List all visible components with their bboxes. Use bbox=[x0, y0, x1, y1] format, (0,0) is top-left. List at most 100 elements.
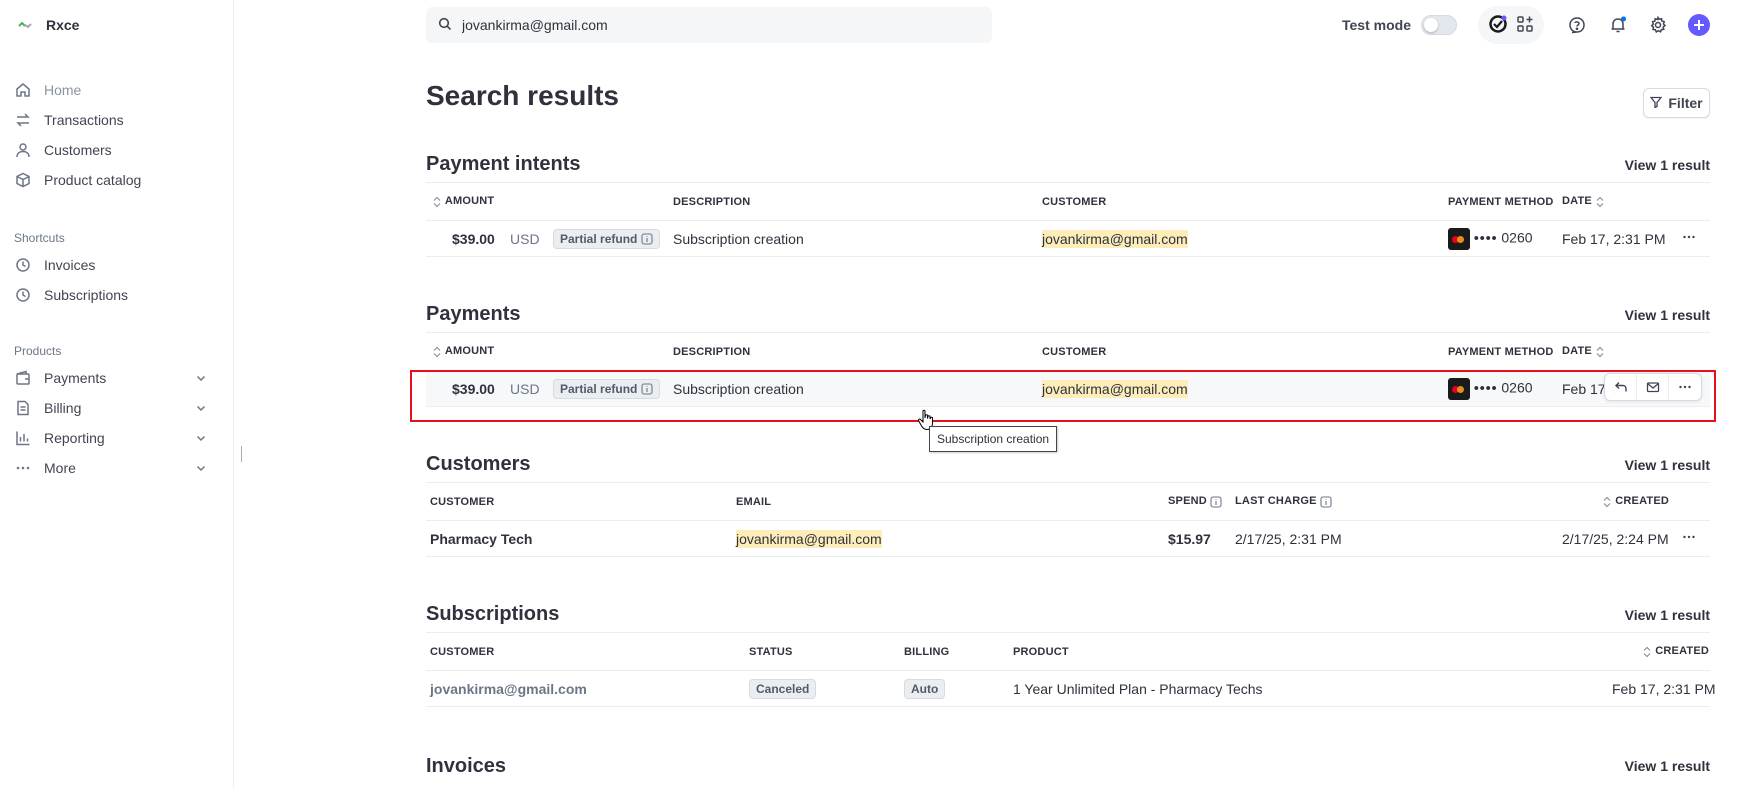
sidebar-resize-handle[interactable] bbox=[241, 446, 242, 462]
section-header: Invoices View 1 result bbox=[426, 748, 1710, 784]
section-title: Payment intents bbox=[426, 153, 581, 175]
status-badge-label: Partial refund bbox=[560, 231, 638, 246]
sidebar-item-billing[interactable]: Billing bbox=[14, 395, 220, 421]
created: Feb 17, 2:31 PM bbox=[1612, 680, 1716, 697]
table-header: CUSTOMER STATUS BILLING PRODUCT CREATED bbox=[426, 633, 1710, 671]
sidebar-item-more[interactable]: More bbox=[14, 455, 220, 481]
test-mode-control[interactable]: Test mode bbox=[1342, 15, 1457, 35]
sidebar-item-label: Transactions bbox=[44, 112, 124, 128]
table-row[interactable]: jovankirma@gmail.com Canceled Auto 1 Yea… bbox=[426, 671, 1716, 707]
chevron-down-icon[interactable] bbox=[194, 371, 208, 385]
gear-icon[interactable] bbox=[1647, 14, 1669, 36]
sidebar: Rxce Home Transactions Customers Product… bbox=[0, 0, 234, 788]
column-header-created[interactable]: CREATED bbox=[1642, 645, 1709, 657]
customers-section: Customers View 1 result CUSTOMER EMAIL S… bbox=[426, 447, 1710, 557]
notification-bell-icon[interactable] bbox=[1607, 14, 1629, 36]
status-badge: Partial refund bbox=[553, 378, 661, 399]
products-label: Products bbox=[14, 344, 62, 358]
sidebar-item-payments[interactable]: Payments bbox=[14, 365, 220, 391]
sidebar-item-label: Reporting bbox=[44, 430, 105, 446]
app-logo-icon[interactable] bbox=[1488, 14, 1508, 37]
column-header-description: DESCRIPTION bbox=[673, 195, 751, 208]
sidebar-item-transactions[interactable]: Transactions bbox=[14, 107, 220, 133]
column-header-created[interactable]: CREATED bbox=[1602, 495, 1669, 507]
currency: USD bbox=[510, 230, 540, 247]
sidebar-item-label: Subscriptions bbox=[44, 287, 129, 303]
view-results-link[interactable]: View 1 result bbox=[1625, 607, 1710, 623]
payment-method: •••• 0260 bbox=[1448, 227, 1533, 250]
info-icon[interactable] bbox=[641, 232, 653, 245]
create-plus-button[interactable] bbox=[1688, 14, 1710, 36]
page-title: Search results bbox=[426, 80, 619, 111]
chevron-down-icon[interactable] bbox=[194, 401, 208, 415]
info-icon[interactable] bbox=[641, 382, 653, 395]
brand[interactable]: Rxce bbox=[14, 14, 79, 36]
sidebar-item-product-catalog[interactable]: Product catalog bbox=[14, 167, 220, 193]
payment-intents-section: Payment intents View 1 result AMOUNT DES… bbox=[426, 147, 1710, 257]
brand-name: Rxce bbox=[46, 17, 80, 33]
description: Subscription creation bbox=[673, 230, 804, 247]
column-header-email: EMAIL bbox=[736, 495, 772, 508]
sidebar-item-reporting[interactable]: Reporting bbox=[14, 425, 220, 451]
column-header-amount[interactable]: AMOUNT bbox=[432, 195, 494, 207]
search-input[interactable] bbox=[462, 17, 982, 33]
bar-chart-icon bbox=[14, 429, 32, 447]
customer-email: jovankirma@gmail.com bbox=[736, 529, 882, 548]
sort-icon bbox=[1602, 496, 1612, 508]
chevron-down-icon[interactable] bbox=[194, 431, 208, 445]
column-header-amount[interactable]: AMOUNT bbox=[432, 345, 494, 357]
section-title: Payments bbox=[426, 303, 521, 325]
apps-grid-icon[interactable] bbox=[1516, 15, 1534, 36]
sidebar-item-label: Billing bbox=[44, 400, 82, 416]
subscriptions-section: Subscriptions View 1 result CUSTOMER STA… bbox=[426, 597, 1716, 707]
help-icon[interactable] bbox=[1566, 14, 1588, 36]
date: Feb 17, 2:31 PM bbox=[1562, 230, 1666, 247]
created: 2/17/25, 2:24 PM bbox=[1562, 530, 1669, 547]
description: Subscription creation bbox=[673, 380, 804, 397]
sidebar-item-customers[interactable]: Customers bbox=[14, 137, 220, 163]
more-actions-icon[interactable] bbox=[1669, 374, 1701, 400]
column-header-date[interactable]: DATE bbox=[1562, 345, 1605, 357]
info-icon[interactable] bbox=[1320, 495, 1332, 508]
email-receipt-icon[interactable] bbox=[1637, 374, 1669, 400]
sort-icon bbox=[1642, 646, 1652, 658]
more-actions-icon[interactable] bbox=[1682, 530, 1696, 547]
customer-email: jovankirma@gmail.com bbox=[1042, 229, 1188, 248]
test-mode-toggle[interactable] bbox=[1420, 15, 1457, 35]
search-bar[interactable] bbox=[426, 7, 992, 43]
apps-pill[interactable] bbox=[1478, 6, 1544, 44]
view-results-link[interactable]: View 1 result bbox=[1625, 758, 1710, 774]
view-results-link[interactable]: View 1 result bbox=[1625, 457, 1710, 473]
card-mask: •••• bbox=[1473, 229, 1498, 246]
sort-icon bbox=[432, 346, 442, 358]
sidebar-item-invoices[interactable]: Invoices bbox=[14, 252, 220, 278]
card-last4: 0260 bbox=[1501, 379, 1533, 396]
sidebar-item-subscriptions[interactable]: Subscriptions bbox=[14, 282, 220, 308]
table-header: AMOUNT DESCRIPTION CUSTOMER PAYMENT METH… bbox=[426, 183, 1710, 221]
refund-icon[interactable] bbox=[1605, 374, 1637, 400]
sidebar-item-home[interactable]: Home bbox=[14, 77, 220, 103]
row-actions bbox=[1604, 373, 1702, 401]
date: Feb 17, bbox=[1562, 380, 1610, 397]
filter-button[interactable]: Filter bbox=[1643, 88, 1710, 118]
column-header-description: DESCRIPTION bbox=[673, 345, 751, 358]
more-actions-icon[interactable] bbox=[1682, 230, 1696, 247]
table-row[interactable]: Pharmacy Tech jovankirma@gmail.com $15.9… bbox=[426, 521, 1710, 557]
view-results-link[interactable]: View 1 result bbox=[1625, 307, 1710, 323]
sidebar-item-label: Payments bbox=[44, 370, 107, 386]
filter-icon bbox=[1650, 95, 1663, 111]
chevron-down-icon[interactable] bbox=[194, 461, 208, 475]
last-charge: 2/17/25, 2:31 PM bbox=[1235, 530, 1342, 547]
column-header-date[interactable]: DATE bbox=[1562, 195, 1605, 207]
table-row[interactable]: $39.00 USD Partial refund Subscription c… bbox=[426, 221, 1710, 257]
section-header: Subscriptions View 1 result bbox=[426, 597, 1710, 633]
column-header-payment-method: PAYMENT METHOD bbox=[1448, 195, 1554, 208]
view-results-link[interactable]: View 1 result bbox=[1625, 157, 1710, 173]
table-header: CUSTOMER EMAIL SPEND LAST CHARGE CREATED bbox=[426, 483, 1710, 521]
table-row[interactable]: $39.00 USD Partial refund Subscription c… bbox=[426, 371, 1710, 407]
info-icon[interactable] bbox=[1210, 495, 1222, 508]
clock-icon bbox=[14, 256, 32, 274]
shortcuts-label: Shortcuts bbox=[14, 231, 65, 245]
sort-icon bbox=[1595, 196, 1605, 208]
clock-icon bbox=[14, 286, 32, 304]
